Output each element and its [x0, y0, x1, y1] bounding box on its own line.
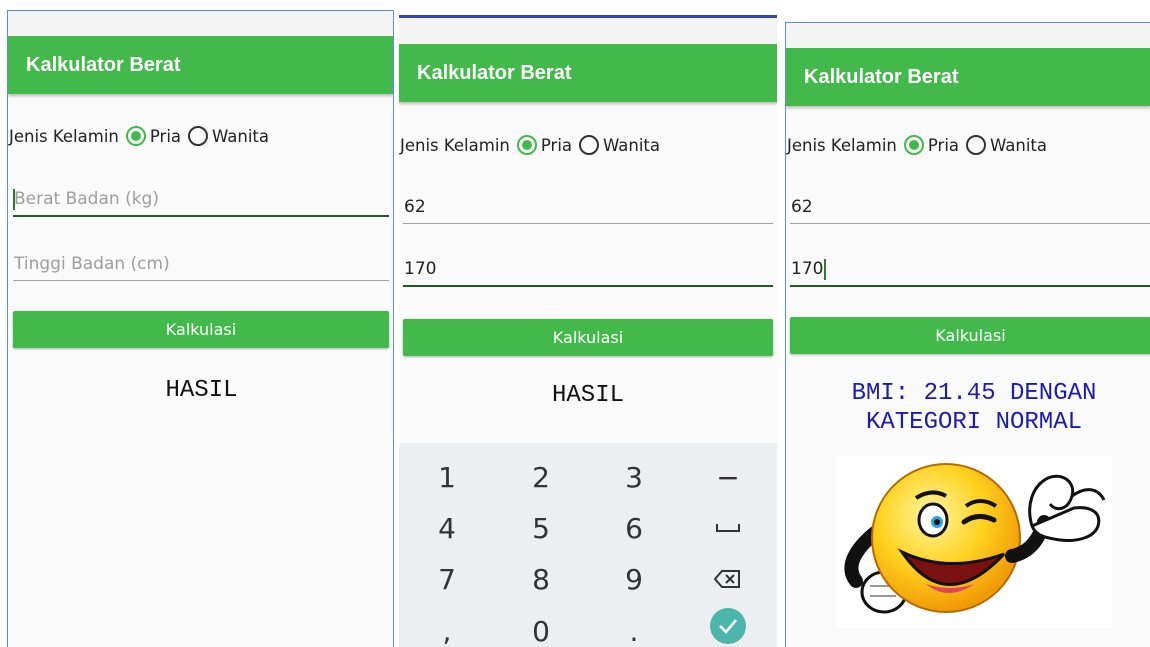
gender-label: Jenis Kelamin — [400, 135, 510, 155]
radio-pria-label[interactable]: Pria — [928, 136, 959, 155]
radio-wanita-label[interactable]: Wanita — [990, 136, 1047, 155]
radio-pria[interactable] — [125, 126, 146, 146]
winking-smiley-image — [836, 456, 1112, 628]
result-text: HASIL — [551, 382, 624, 409]
space-key[interactable] — [698, 506, 758, 550]
height-value: 170 — [404, 259, 437, 279]
app-title: Kalkulator Berat — [417, 62, 572, 84]
text-cursor — [824, 259, 826, 280]
key-6[interactable]: 6 — [604, 506, 664, 550]
weight-value: 62 — [404, 197, 426, 217]
key-1[interactable]: 1 — [417, 455, 477, 499]
checkmark-icon — [719, 619, 737, 634]
key-8[interactable]: 8 — [511, 557, 571, 601]
radio-wanita-label[interactable]: Wanita — [603, 136, 660, 155]
height-value: 170 — [791, 259, 824, 279]
radio-pria-label[interactable]: Pria — [541, 136, 572, 155]
numeric-keypad: 1 2 3 − 4 5 6 7 8 9 , 0 . — [399, 443, 777, 647]
app-bar: Kalkulator Berat — [786, 48, 1150, 106]
gender-label: Jenis Kelamin — [787, 135, 897, 155]
radio-wanita[interactable] — [579, 135, 600, 155]
screen-input-keypad: Kalkulator Berat Jenis Kelamin Pria Wani… — [399, 15, 777, 647]
gender-radio-group: Jenis Kelamin Pria Wanita — [9, 123, 269, 149]
bmi-result-line2: KATEGORI NORMAL — [865, 409, 1083, 436]
calculate-button[interactable]: Kalkulasi — [403, 319, 773, 356]
app-bar: Kalkulator Berat — [8, 36, 393, 94]
key-0[interactable]: 0 — [511, 609, 571, 647]
key-2[interactable]: 2 — [511, 455, 571, 499]
weight-input[interactable]: 62 — [790, 190, 1150, 224]
key-5[interactable]: 5 — [511, 506, 571, 550]
key-comma[interactable]: , — [417, 609, 477, 647]
weight-value: 62 — [791, 197, 813, 217]
bmi-result: BMI: 21.45 DENGAN KATEGORI NORMAL — [786, 379, 1150, 437]
space-icon — [716, 524, 740, 532]
weight-input[interactable]: Berat Badan (kg) — [13, 183, 389, 217]
key-7[interactable]: 7 — [417, 557, 477, 601]
height-input[interactable]: 170 — [403, 253, 773, 287]
gender-radio-group: Jenis Kelamin Pria Wanita — [787, 132, 1047, 158]
key-3[interactable]: 3 — [604, 455, 664, 499]
height-placeholder: Tinggi Badan (cm) — [14, 254, 170, 274]
app-title: Kalkulator Berat — [26, 54, 181, 76]
backspace-icon — [714, 570, 740, 588]
radio-pria[interactable] — [516, 135, 537, 155]
radio-wanita[interactable] — [966, 135, 987, 155]
screen-empty: Kalkulator Berat Jenis Kelamin Pria Wani… — [7, 10, 394, 647]
height-input[interactable]: 170 — [790, 253, 1150, 287]
key-4[interactable]: 4 — [417, 506, 477, 550]
radio-wanita[interactable] — [188, 126, 209, 146]
weight-input[interactable]: 62 — [403, 190, 773, 224]
calculate-button[interactable]: Kalkulasi — [790, 317, 1150, 354]
status-bar — [786, 23, 1150, 47]
app-bar: Kalkulator Berat — [399, 44, 777, 102]
screen-result: Kalkulator Berat Jenis Kelamin Pria Wani… — [785, 22, 1150, 647]
radio-pria[interactable] — [903, 135, 924, 155]
radio-pria-label[interactable]: Pria — [150, 127, 181, 146]
key-minus[interactable]: − — [698, 455, 758, 499]
status-bar — [8, 11, 393, 35]
status-bar — [399, 18, 777, 43]
app-title: Kalkulator Berat — [804, 66, 959, 88]
bmi-result-line1: BMI: 21.45 DENGAN — [851, 380, 1097, 407]
gender-label: Jenis Kelamin — [9, 126, 119, 146]
done-key[interactable] — [710, 608, 746, 644]
radio-wanita-label[interactable]: Wanita — [212, 127, 269, 146]
calculate-button[interactable]: Kalkulasi — [13, 311, 389, 348]
winking-smiley-icon — [844, 463, 1106, 614]
key-9[interactable]: 9 — [604, 557, 664, 601]
backspace-key[interactable] — [698, 557, 758, 601]
key-period[interactable]: . — [604, 609, 664, 647]
result-text: HASIL — [165, 377, 238, 404]
height-input[interactable]: Tinggi Badan (cm) — [13, 247, 389, 281]
gender-radio-group: Jenis Kelamin Pria Wanita — [400, 132, 660, 158]
weight-placeholder: Berat Badan (kg) — [14, 189, 159, 209]
